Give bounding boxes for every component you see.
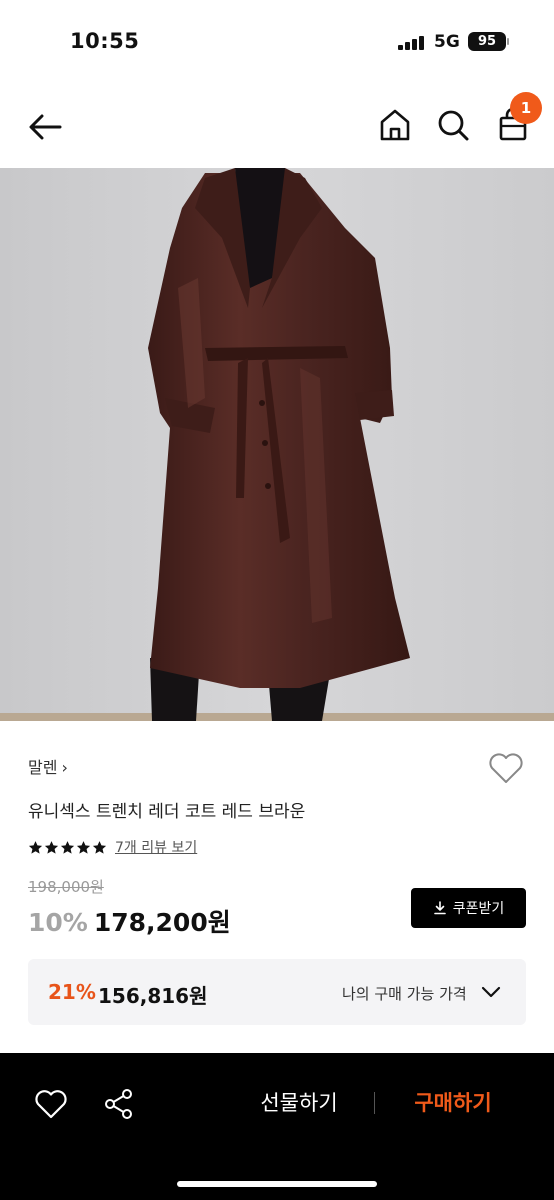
network-type: 5G bbox=[434, 32, 460, 52]
my-price-label: 나의 구매 가능 가격 bbox=[342, 985, 467, 1003]
product-image[interactable] bbox=[0, 168, 554, 721]
download-icon bbox=[433, 901, 446, 915]
home-icon[interactable] bbox=[374, 104, 416, 146]
battery-icon: 95 bbox=[468, 32, 506, 51]
my-price-box[interactable]: 21% 156,816원 나의 구매 가능 가격 bbox=[28, 959, 526, 1025]
nav-bar bbox=[0, 84, 554, 168]
coat-photo bbox=[0, 168, 554, 721]
search-icon[interactable] bbox=[432, 104, 474, 146]
price-row: 10% 178,200원 bbox=[28, 903, 231, 939]
star-icon bbox=[76, 840, 91, 854]
star-icon bbox=[60, 840, 75, 854]
divider bbox=[374, 1092, 375, 1114]
star-icon bbox=[92, 840, 107, 854]
my-price-rate: 21% bbox=[48, 980, 96, 1004]
chevron-right-icon: › bbox=[61, 758, 68, 777]
home-indicator bbox=[177, 1181, 377, 1187]
brand-link[interactable]: 말렌 › bbox=[28, 754, 68, 778]
chevron-down-icon bbox=[481, 986, 501, 998]
coupon-label: 쿠폰받기 bbox=[452, 901, 505, 917]
product-name: 유니섹스 트렌치 레더 코트 레드 브라운 bbox=[28, 802, 306, 822]
status-time: 10:55 bbox=[70, 29, 140, 53]
signal-icon bbox=[398, 36, 424, 50]
share-icon[interactable] bbox=[100, 1085, 138, 1123]
back-arrow-icon[interactable] bbox=[24, 106, 66, 148]
rating-row: 7개 리뷰 보기 bbox=[28, 836, 197, 858]
original-price: 198,000원 bbox=[28, 878, 104, 896]
discount-rate: 10% bbox=[28, 908, 88, 937]
coupon-button[interactable]: 쿠폰받기 bbox=[411, 888, 526, 928]
status-bar: 10:55 5G 95 bbox=[0, 0, 554, 84]
gift-button[interactable]: 선물하기 bbox=[240, 1087, 358, 1117]
brand-name: 말렌 bbox=[28, 758, 58, 777]
cart-count-badge: 1 bbox=[510, 92, 542, 124]
battery-cap bbox=[507, 38, 509, 45]
heart-icon[interactable] bbox=[32, 1085, 70, 1123]
my-price-value: 156,816원 bbox=[98, 984, 208, 1008]
buy-button[interactable]: 구매하기 bbox=[392, 1087, 514, 1117]
star-icon bbox=[44, 840, 59, 854]
rating-stars bbox=[28, 840, 107, 855]
heart-icon[interactable] bbox=[486, 748, 526, 788]
star-icon bbox=[28, 840, 43, 854]
bottom-action-bar: 선물하기 구매하기 bbox=[0, 1053, 554, 1200]
sale-price: 178,200원 bbox=[93, 908, 231, 937]
review-link[interactable]: 7개 리뷰 보기 bbox=[115, 837, 197, 857]
